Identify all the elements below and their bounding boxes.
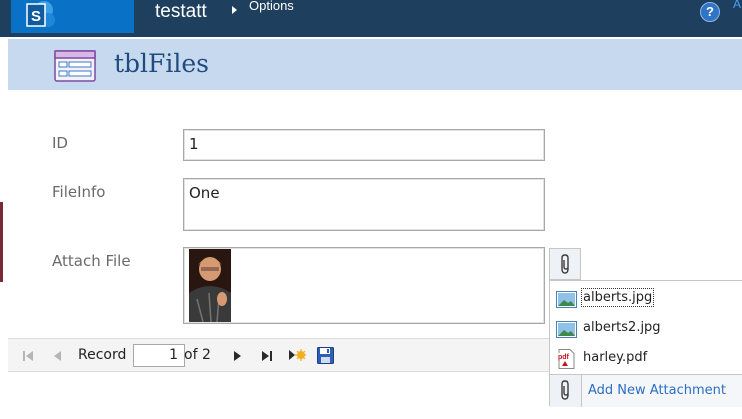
attachment-name[interactable]: harley.pdf — [583, 350, 647, 365]
id-field[interactable]: 1 — [183, 129, 545, 161]
new-record-icon[interactable] — [288, 348, 306, 362]
next-record-icon[interactable] — [233, 350, 243, 362]
last-record-icon[interactable] — [261, 350, 273, 362]
left-edge-accent — [0, 202, 3, 282]
breadcrumb-options[interactable]: Options — [249, 0, 294, 13]
add-new-attachment-button[interactable]: Add New Attachment — [550, 374, 742, 407]
paperclip-icon — [561, 254, 569, 274]
add-new-attachment-label[interactable]: Add New Attachment — [588, 383, 726, 398]
attachment-name[interactable]: alberts.jpg — [580, 288, 655, 307]
image-file-icon — [556, 291, 577, 308]
attachment-dropdown: alberts.jpg alberts2.jpg pdf harley.pdf … — [549, 280, 742, 407]
table-form-icon — [54, 50, 96, 82]
fileinfo-label: FileInfo — [52, 183, 106, 201]
pdf-file-icon: pdf — [557, 349, 575, 369]
fileinfo-field[interactable]: One — [183, 178, 545, 231]
id-label: ID — [52, 134, 68, 152]
attachment-field[interactable] — [183, 247, 545, 324]
record-label: Record — [78, 347, 127, 363]
paperclip-icon — [550, 375, 582, 407]
attachment-image-preview[interactable] — [189, 249, 231, 322]
attachment-menu-button[interactable] — [549, 248, 581, 280]
attach-file-label: Attach File — [52, 252, 131, 270]
record-navigation-bar: Record 1 of 2 — [8, 338, 549, 372]
image-file-icon — [556, 321, 577, 338]
first-record-icon[interactable] — [22, 350, 34, 362]
left-page-edge — [0, 37, 8, 419]
record-count: of 2 — [184, 347, 211, 363]
page-title: tblFiles — [114, 49, 210, 78]
user-menu-link[interactable]: A — [733, 0, 741, 11]
top-navigation-bar: S testatt Options ? A — [0, 0, 742, 37]
save-icon[interactable] — [317, 347, 334, 364]
attachment-item[interactable]: pdf harley.pdf — [550, 344, 742, 374]
attachment-name[interactable]: alberts2.jpg — [583, 320, 661, 335]
svg-text:S: S — [31, 8, 41, 25]
previous-record-icon[interactable] — [52, 350, 62, 362]
breadcrumb-arrow-icon — [232, 6, 237, 14]
attachment-item[interactable]: alberts.jpg — [550, 284, 742, 314]
sharepoint-logo-icon[interactable]: S — [11, 0, 134, 33]
help-icon[interactable]: ? — [700, 2, 720, 22]
svg-text:pdf: pdf — [558, 354, 570, 361]
attachment-item[interactable]: alberts2.jpg — [550, 314, 742, 344]
site-title[interactable]: testatt — [155, 1, 207, 23]
current-record-input[interactable]: 1 — [133, 344, 185, 367]
